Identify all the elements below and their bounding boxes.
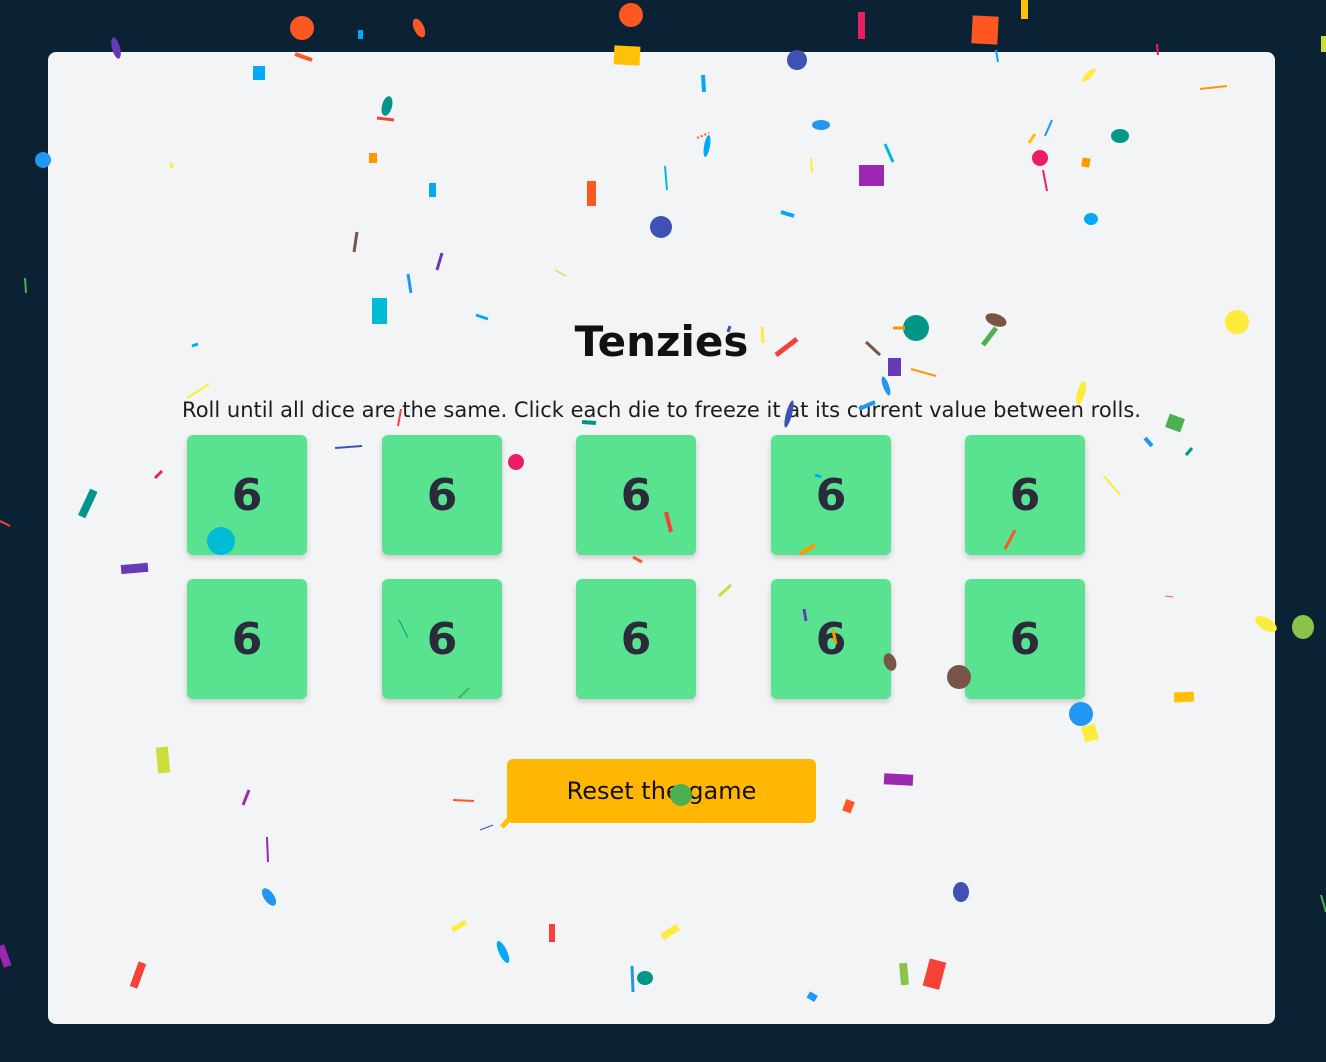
die-9[interactable]: 6	[771, 579, 891, 699]
confetti-piece	[858, 12, 865, 39]
confetti-piece	[1320, 894, 1326, 913]
die-5[interactable]: 6	[965, 435, 1085, 555]
die-1[interactable]: 6	[187, 435, 307, 555]
die-6[interactable]: 6	[187, 579, 307, 699]
confetti-piece	[619, 3, 643, 27]
die-3[interactable]: 6	[576, 435, 696, 555]
confetti-piece	[0, 520, 11, 527]
die-2[interactable]: 6	[382, 435, 502, 555]
instructions-text: Roll until all dice are the same. Click …	[182, 398, 1141, 422]
confetti-piece	[290, 16, 314, 40]
die-8[interactable]: 6	[576, 579, 696, 699]
confetti-piece	[24, 277, 27, 294]
confetti-piece	[971, 15, 999, 45]
confetti-piece	[358, 30, 363, 39]
confetti-piece	[1292, 615, 1314, 639]
confetti-piece	[1021, 0, 1028, 19]
die-4[interactable]: 6	[771, 435, 891, 555]
confetti-piece	[0, 944, 12, 968]
die-7[interactable]: 6	[382, 579, 502, 699]
game-card: Tenzies Roll until all dice are the same…	[48, 52, 1275, 1024]
reset-game-button[interactable]: Reset the game	[507, 759, 816, 823]
dice-grid: 6 6 6 6 6 6 6 6 6 6	[187, 435, 1087, 699]
confetti-piece	[1321, 36, 1326, 52]
die-10[interactable]: 6	[965, 579, 1085, 699]
confetti-piece	[412, 18, 426, 38]
page-title: Tenzies	[574, 317, 749, 366]
